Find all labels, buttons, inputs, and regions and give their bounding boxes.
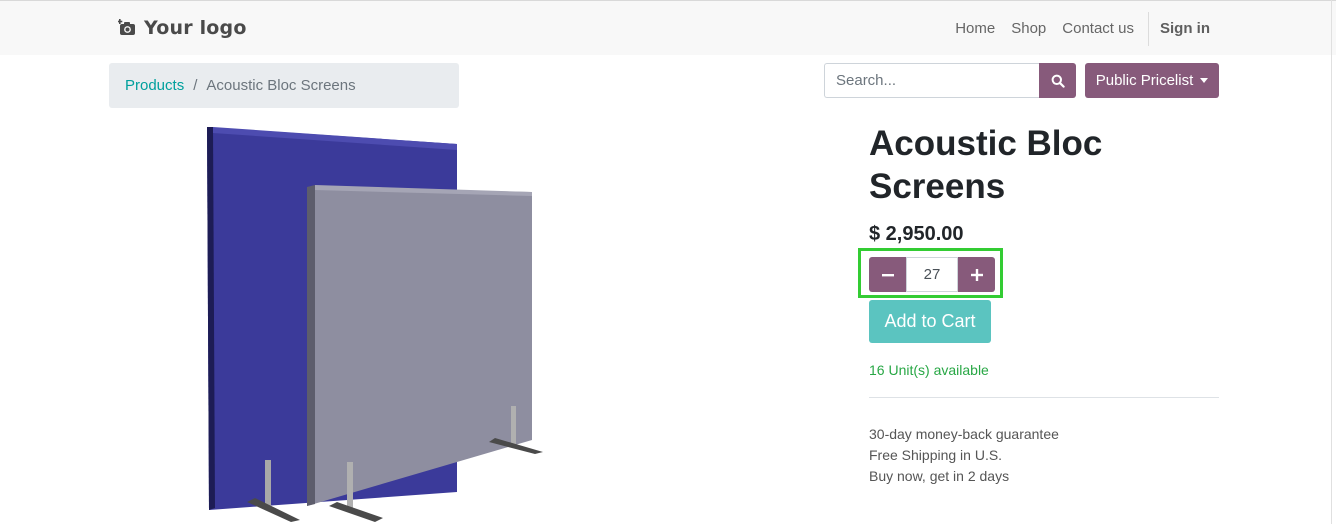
- add-to-cart-button[interactable]: Add to Cart: [869, 300, 991, 343]
- window-edge: [1331, 0, 1332, 524]
- decrease-quantity-button[interactable]: [869, 257, 906, 292]
- perk-item: Free Shipping in U.S.: [869, 447, 1003, 463]
- breadcrumb-separator: /: [193, 77, 198, 94]
- nav-home[interactable]: Home: [947, 20, 1003, 37]
- product-perks: 30-day money-back guarantee Free Shippin…: [869, 424, 1059, 487]
- nav-divider: [1148, 11, 1149, 46]
- increase-quantity-button[interactable]: [958, 257, 995, 292]
- caret-down-icon: [1200, 78, 1209, 83]
- search-icon: [1051, 74, 1065, 88]
- divider: [869, 397, 1219, 398]
- pricelist-dropdown[interactable]: Public Pricelist: [1085, 63, 1219, 98]
- main-nav: Home Shop Contact us Sign in: [947, 1, 1218, 56]
- nav-shop[interactable]: Shop: [1003, 20, 1054, 37]
- product-title: Acoustic Bloc Screens: [869, 124, 1103, 206]
- top-navbar: Your logo Home Shop Contact us Sign in: [0, 0, 1336, 55]
- product-image[interactable]: [195, 120, 555, 524]
- search-button[interactable]: [1039, 63, 1076, 98]
- product-price: $ 2,950.00: [869, 223, 964, 245]
- perk-item: 30-day money-back guarantee: [869, 426, 1059, 442]
- breadcrumb-current: Acoustic Bloc Screens: [206, 77, 356, 94]
- quantity-input[interactable]: [906, 257, 958, 292]
- pricelist-label: Public Pricelist: [1095, 72, 1194, 89]
- sign-in-link[interactable]: Sign in: [1151, 20, 1218, 37]
- quantity-stepper: [869, 257, 995, 292]
- minus-icon: [881, 273, 894, 276]
- product-search: [824, 63, 1076, 98]
- nav-contact-us[interactable]: Contact us: [1054, 20, 1142, 37]
- camera-plus-icon: [118, 19, 135, 35]
- breadcrumb: Products / Acoustic Bloc Screens: [109, 63, 459, 108]
- logo[interactable]: Your logo: [118, 17, 247, 39]
- search-input[interactable]: [824, 63, 1039, 98]
- perk-item: Buy now, get in 2 days: [869, 468, 1010, 484]
- logo-text: Your logo: [144, 17, 247, 39]
- plus-icon: [970, 268, 983, 281]
- availability-text: 16 Unit(s) available: [869, 362, 989, 378]
- breadcrumb-products-link[interactable]: Products: [125, 77, 184, 94]
